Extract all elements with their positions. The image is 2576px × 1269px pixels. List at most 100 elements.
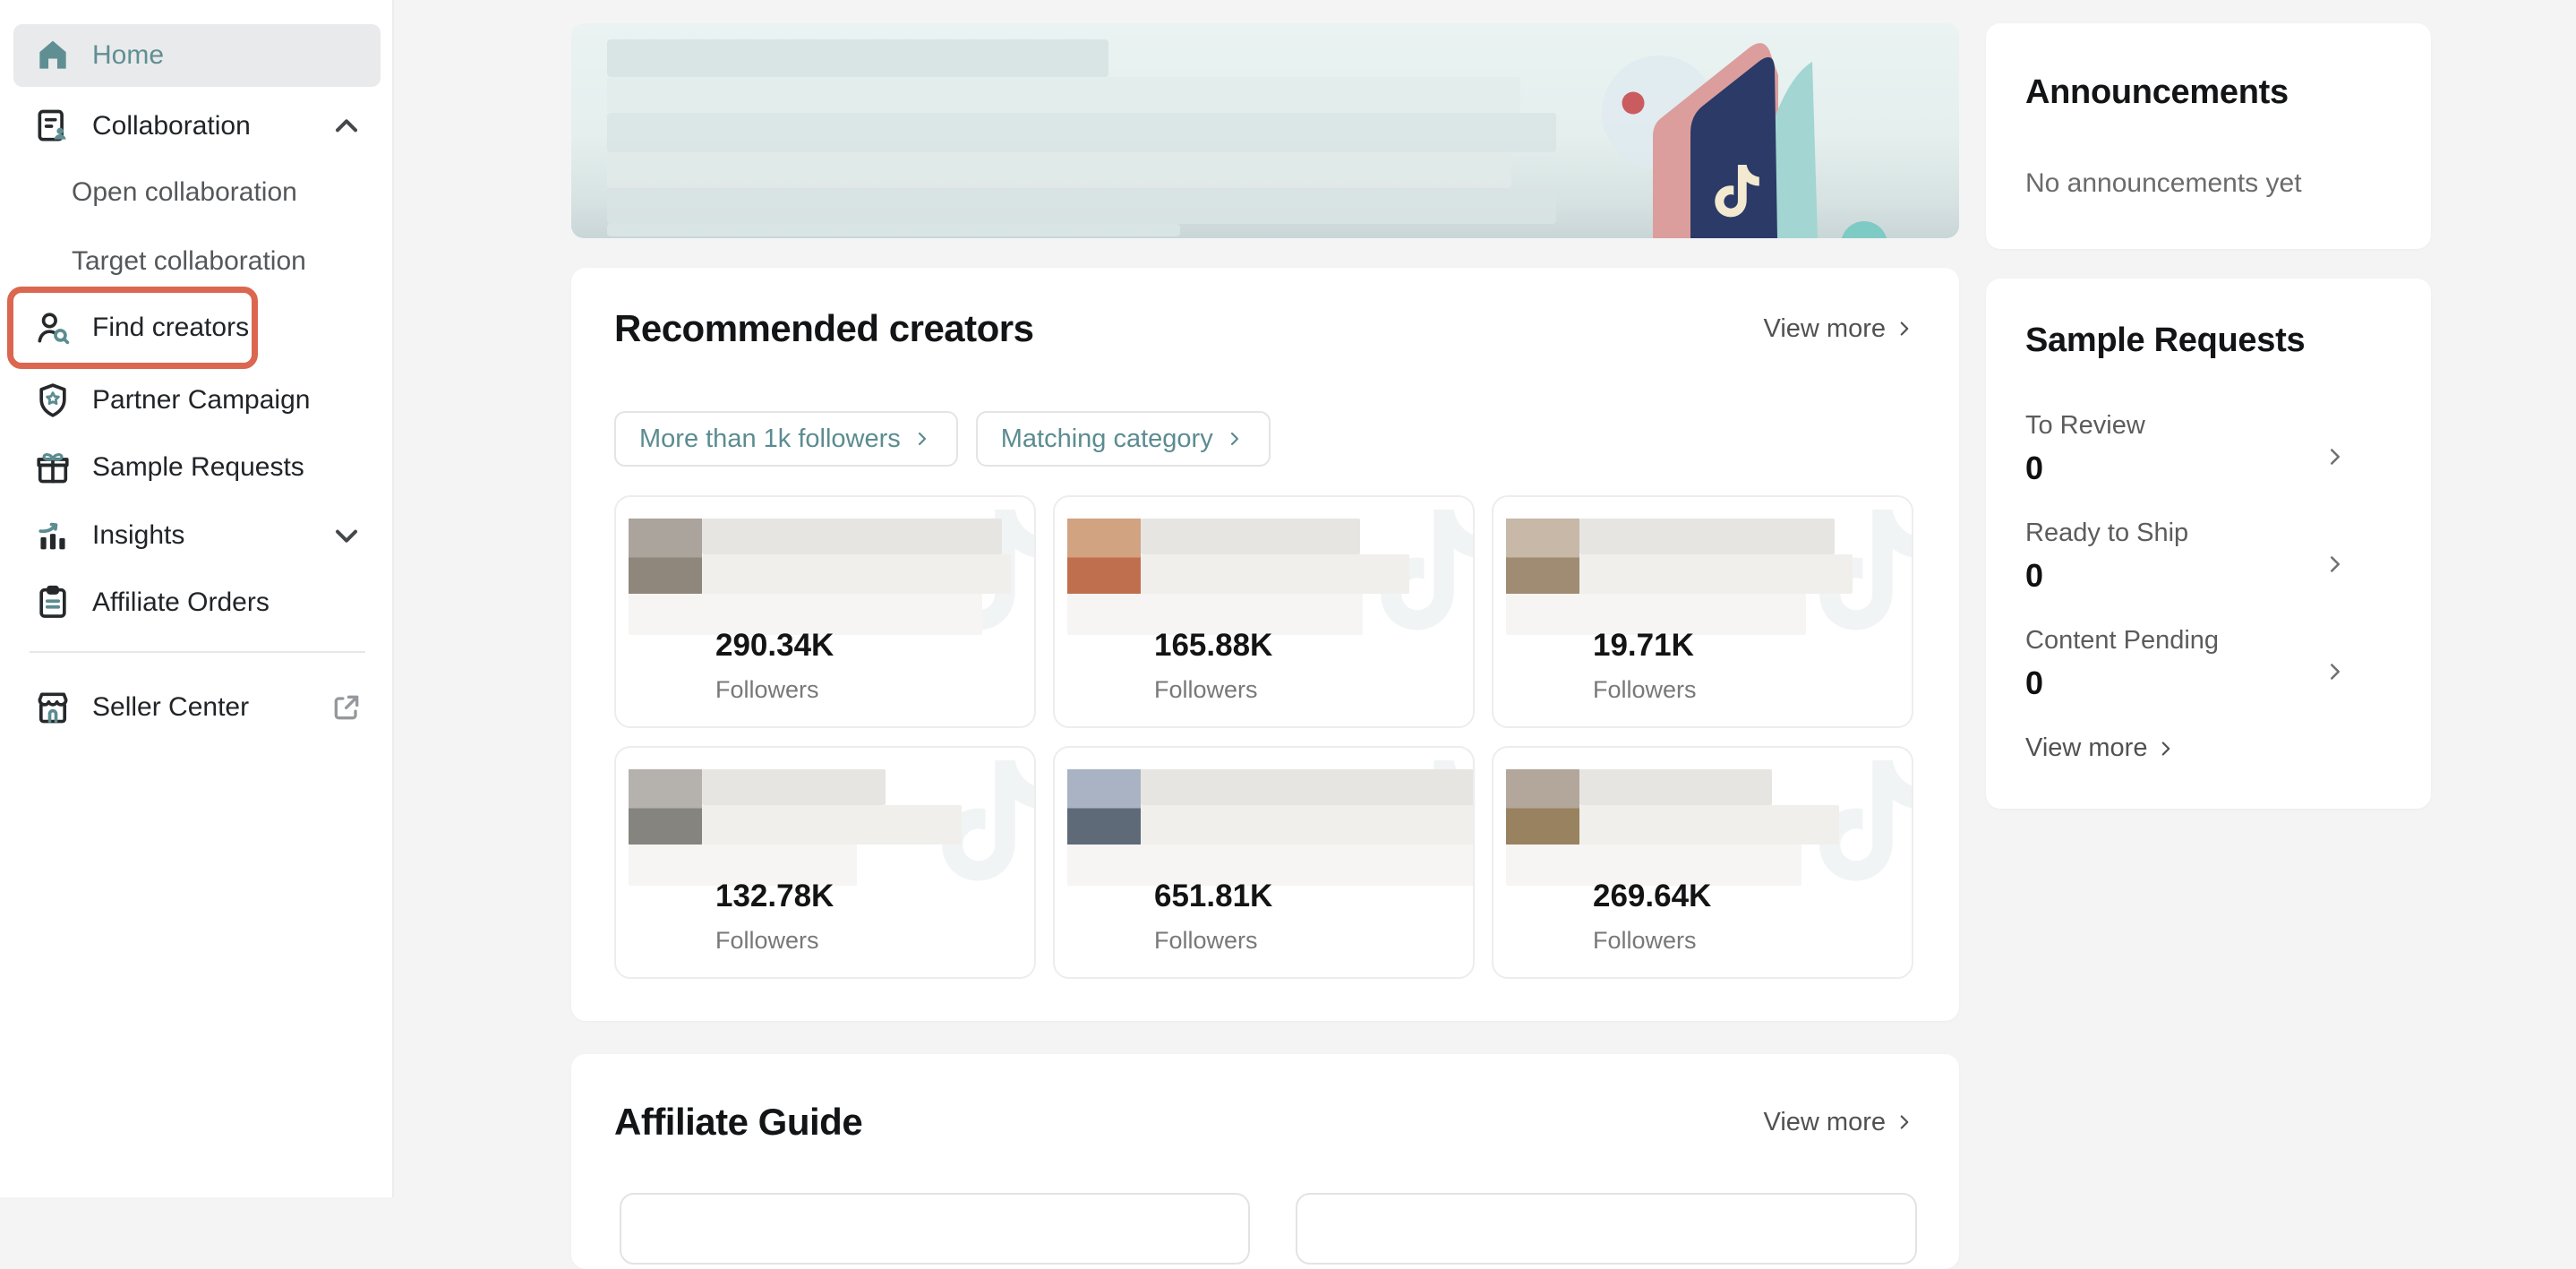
creator-avatar-blur xyxy=(1506,769,1579,845)
collaboration-icon xyxy=(33,107,73,146)
creator-name-blur xyxy=(1141,805,1475,845)
creator-name-blur xyxy=(1579,769,1772,805)
filter-chip-category[interactable]: Matching category xyxy=(976,411,1271,467)
announcements-empty-text: No announcements yet xyxy=(2025,168,2302,199)
sidebar-item-label: Partner Campaign xyxy=(92,385,310,416)
creator-grid: 290.34KFollowers165.88KFollowers19.71KFo… xyxy=(614,495,1913,979)
chevron-right-icon xyxy=(2322,443,2349,470)
recommended-creators-section: Recommended creators View more More than… xyxy=(571,268,1959,1021)
chevron-down-icon xyxy=(329,518,364,553)
banner-blurred-text xyxy=(607,77,1520,113)
sample-request-row-to-review[interactable]: To Review 0 xyxy=(2025,411,2395,504)
sidebar-divider xyxy=(30,651,365,653)
sidebar-item-label: Affiliate Orders xyxy=(92,587,270,618)
sidebar-item-label: Sample Requests xyxy=(92,452,304,483)
sample-request-row-content-pending[interactable]: Content Pending 0 xyxy=(2025,626,2395,719)
creator-name-blur xyxy=(702,769,886,805)
banner-blurred-text xyxy=(607,113,1556,152)
affiliate-guide-title: Affiliate Guide xyxy=(614,1101,862,1144)
affiliate-orders-icon xyxy=(33,583,73,622)
filter-chip-label: More than 1k followers xyxy=(639,424,901,454)
view-more-label: View more xyxy=(1764,314,1886,344)
announcements-title: Announcements xyxy=(2025,73,2289,112)
affiliate-guide-section: Affiliate Guide View more xyxy=(571,1054,1959,1269)
sample-requests-title: Sample Requests xyxy=(2025,322,2305,360)
chevron-right-icon xyxy=(911,428,933,450)
creator-name-blur xyxy=(702,554,1011,594)
request-row-label: Ready to Ship xyxy=(2025,519,2395,548)
creator-name-blur xyxy=(702,805,962,845)
creator-card[interactable]: 651.81KFollowers xyxy=(1053,746,1475,979)
chevron-right-icon xyxy=(2154,737,2178,760)
creator-avatar-blur xyxy=(629,519,702,594)
creator-name-blur xyxy=(1579,805,1839,845)
banner-blurred-text xyxy=(607,188,1556,224)
external-link-icon xyxy=(329,690,364,725)
guide-card[interactable] xyxy=(620,1193,1250,1265)
sidebar-item-sample-requests[interactable]: Sample Requests xyxy=(13,436,381,499)
follower-count: 651.81K xyxy=(1154,879,1272,914)
sidebar-item-affiliate-orders[interactable]: Affiliate Orders xyxy=(13,571,381,634)
chevron-up-icon xyxy=(329,108,364,144)
follower-count: 132.78K xyxy=(715,879,834,914)
chevron-right-icon xyxy=(1893,1110,1916,1134)
sample-requests-panel: Sample Requests To Review 0 Ready to Shi… xyxy=(1986,279,2431,809)
view-more-label: View more xyxy=(2025,733,2147,763)
seller-center-icon xyxy=(33,688,73,727)
creator-card[interactable]: 165.88KFollowers xyxy=(1053,495,1475,728)
partner-campaign-icon xyxy=(33,381,73,420)
sidebar-item-label: Open collaboration xyxy=(72,177,297,208)
followers-label: Followers xyxy=(1593,927,1697,955)
banner-blurred-text xyxy=(607,39,1108,77)
request-row-label: Content Pending xyxy=(2025,626,2395,656)
followers-label: Followers xyxy=(1154,676,1258,704)
sidebar-item-find-creators[interactable]: Find creators xyxy=(13,296,381,359)
chevron-right-icon xyxy=(2322,658,2349,685)
guide-card[interactable] xyxy=(1296,1193,1917,1265)
creator-name-blur xyxy=(1141,554,1409,594)
creator-card[interactable]: 269.64K Followers xyxy=(1492,746,1913,979)
sample-requests-icon xyxy=(33,448,73,487)
home-banner[interactable] xyxy=(571,23,1959,238)
followers-label: Followers xyxy=(715,676,819,704)
sample-requests-view-more-link[interactable]: View more xyxy=(2025,733,2178,763)
creator-name-blur xyxy=(1579,554,1853,594)
creator-card[interactable]: 19.71KFollowers xyxy=(1492,495,1913,728)
creator-name-blur xyxy=(702,519,1002,554)
sidebar-item-collaboration[interactable]: Collaboration xyxy=(13,95,381,158)
creator-avatar-blur xyxy=(1506,519,1579,594)
creator-avatar-blur xyxy=(1067,519,1141,594)
filter-chip-followers[interactable]: More than 1k followers xyxy=(614,411,958,467)
sidebar-item-seller-center[interactable]: Seller Center xyxy=(13,676,381,739)
affiliate-guide-view-more-link[interactable]: View more xyxy=(1764,1108,1916,1137)
sidebar-item-partner-campaign[interactable]: Partner Campaign xyxy=(13,369,381,432)
sidebar-item-insights[interactable]: Insights xyxy=(13,504,381,567)
sidebar-item-label: Seller Center xyxy=(92,692,249,723)
recommended-creators-title: Recommended creators xyxy=(614,307,1034,350)
follower-count: 290.34K xyxy=(715,628,834,664)
recommended-view-more-link[interactable]: View more xyxy=(1764,314,1916,344)
chevron-right-icon xyxy=(1224,428,1245,450)
creator-name-blur xyxy=(1141,769,1475,805)
creator-name-blur xyxy=(1141,519,1360,554)
banner-blurred-text xyxy=(607,152,1511,188)
follower-count: 269.64K xyxy=(1593,879,1711,914)
sidebar-item-home[interactable]: Home xyxy=(13,24,381,87)
find-creators-icon xyxy=(33,308,73,347)
sample-request-row-ready-to-ship[interactable]: Ready to Ship 0 xyxy=(2025,519,2395,612)
creator-card[interactable]: 132.78KFollowers xyxy=(614,746,1036,979)
sidebar-item-label: Collaboration xyxy=(92,111,251,141)
creator-name-blur xyxy=(1579,519,1835,554)
sidebar-item-open-collaboration[interactable]: Open collaboration xyxy=(13,161,381,224)
creator-avatar-blur xyxy=(1067,769,1141,845)
sidebar-item-label: Insights xyxy=(92,520,184,551)
sidebar-item-target-collaboration[interactable]: Target collaboration xyxy=(13,230,381,293)
banner-blurred-text xyxy=(607,224,1180,236)
sidebar-item-label: Target collaboration xyxy=(72,246,306,277)
filter-chip-label: Matching category xyxy=(1001,424,1213,454)
chevron-right-icon xyxy=(1893,317,1916,340)
follower-count: 19.71K xyxy=(1593,628,1694,664)
announcements-panel: Announcements No announcements yet xyxy=(1986,23,2431,249)
creator-avatar-blur xyxy=(629,769,702,845)
creator-card[interactable]: 290.34K Followers xyxy=(614,495,1036,728)
